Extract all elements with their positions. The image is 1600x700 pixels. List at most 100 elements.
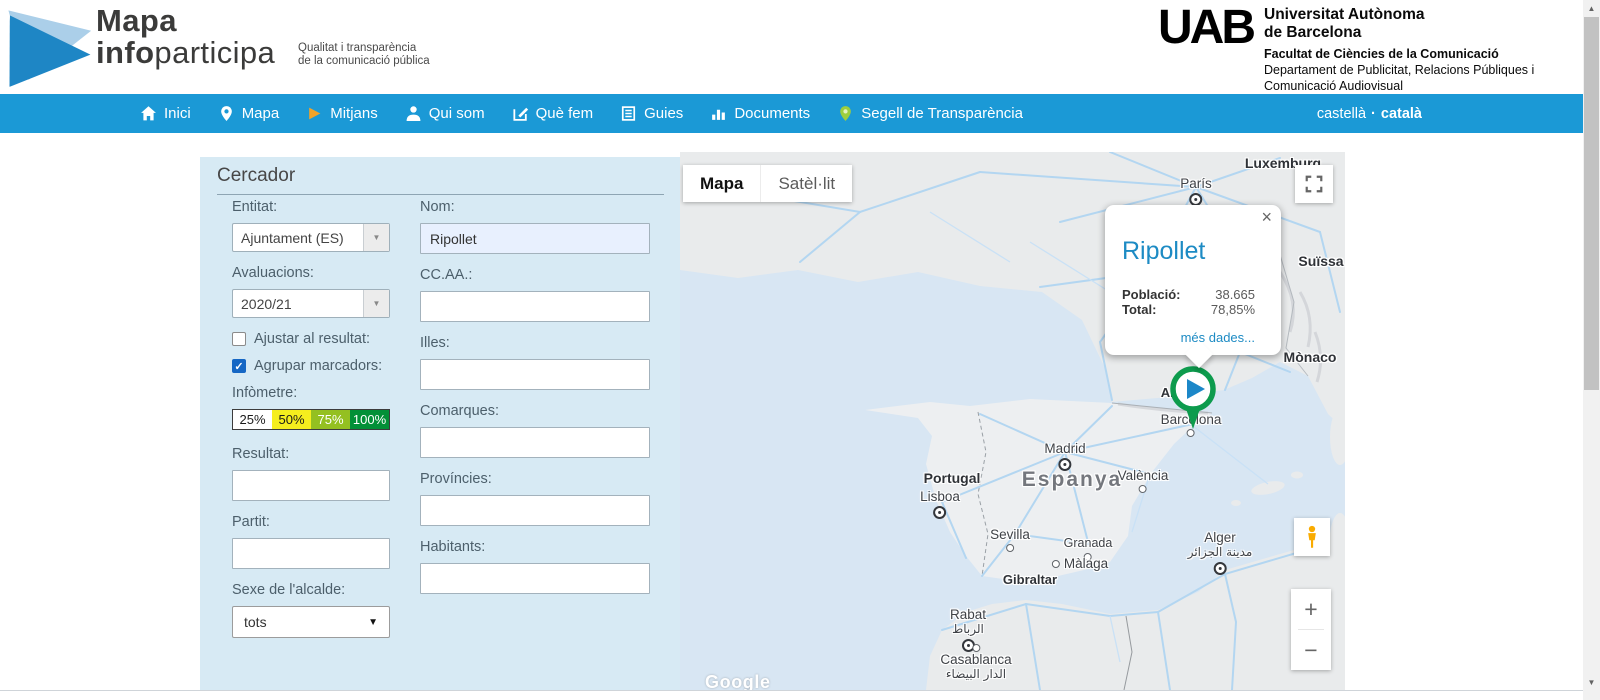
agrupar-checkbox-row[interactable]: ✓Agrupar marcadors: — [232, 358, 390, 374]
map-label-text: Portugal — [924, 471, 981, 486]
entitat-label: Entitat: — [232, 199, 390, 215]
infoparticipa-logo-icon — [8, 3, 98, 91]
map-label-text: París — [1180, 176, 1212, 191]
avaluacions-select[interactable]: 2020/21▼ — [232, 289, 390, 318]
map-label-subtext: مدينة الجزائر — [1188, 545, 1253, 560]
field-partit: Partit: — [232, 514, 390, 569]
lang-castella-link[interactable]: castellà — [1317, 106, 1366, 122]
map-label-text: Casablanca — [940, 652, 1011, 667]
ripollet-map-marker[interactable] — [1163, 357, 1223, 437]
illes-input[interactable] — [420, 359, 650, 390]
ajustar-label: Ajustar al resultat: — [254, 331, 370, 347]
map-label-espanya: Espanya — [1022, 472, 1122, 487]
pegman-icon — [1303, 525, 1321, 549]
scrollbar-down-icon[interactable]: ▼ — [1583, 674, 1600, 690]
nav-item-segell-de-transpar-ncia[interactable]: Segell de Transparència — [837, 105, 1023, 122]
map-type-satellite-button[interactable]: Satèl·lit — [760, 165, 852, 202]
map-label-m-naco: Mònaco — [1284, 350, 1337, 365]
map-label-par-s: París — [1180, 176, 1212, 206]
map-label-madrid: Madrid — [1044, 441, 1085, 471]
chevron-down-icon[interactable]: ▼ — [363, 290, 389, 317]
uab-faculty: Facultat de Ciències de la Comunicació — [1264, 46, 1534, 62]
partit-label: Partit: — [232, 514, 390, 530]
info-window-close-icon[interactable]: × — [1261, 207, 1272, 227]
vertical-scrollbar[interactable]: ▲ ▼ — [1583, 0, 1600, 700]
nav-item-label: Segell de Transparència — [861, 105, 1023, 122]
uab-logo[interactable]: UAB — [1158, 0, 1253, 55]
nav-item-label: Mapa — [242, 105, 280, 122]
sexe-select[interactable]: tots▼ — [232, 606, 390, 638]
entitat-select-value: Ajuntament (ES) — [233, 224, 363, 251]
nav-item-guies[interactable]: Guies — [620, 105, 683, 122]
map-label-text: Sevilla — [990, 527, 1030, 542]
zoom-out-button[interactable]: − — [1291, 630, 1331, 670]
page-header: Mapa infoparticipa Qualitat i transparèn… — [0, 0, 1583, 94]
scrollbar-up-icon[interactable]: ▲ — [1583, 0, 1600, 16]
uab-department-line2: Comunicació Audiovisual — [1264, 78, 1534, 94]
city-dot-icon — [1052, 560, 1060, 568]
info-row-label: Població: — [1122, 287, 1181, 302]
nav-item-qui-som[interactable]: Qui som — [405, 105, 485, 122]
city-dot-icon — [1139, 485, 1147, 493]
comarques-input[interactable] — [420, 427, 650, 458]
map-canvas[interactable]: LuxemburgParísSuïssaMònacoAndorraBarcelo… — [680, 152, 1345, 690]
avaluacions-label: Avaluacions: — [232, 265, 390, 281]
field-comarques: Comarques: — [420, 403, 650, 458]
lang-catala-current[interactable]: català — [1381, 106, 1422, 122]
nav-item-inici[interactable]: Inici — [140, 105, 191, 122]
more-data-link[interactable]: més dades... — [1181, 330, 1255, 345]
chevron-down-icon[interactable]: ▼ — [363, 224, 389, 251]
search-panel-title: Cercador — [217, 165, 664, 195]
partit-input[interactable] — [232, 538, 390, 569]
field-sexe: Sexe de l'alcalde:tots▼ — [232, 582, 390, 638]
map-label-text: Madrid — [1044, 441, 1085, 456]
chevron-down-icon: ▼ — [368, 617, 378, 628]
infometre-segment-50: 50% — [272, 410, 311, 429]
illes-label: Illes: — [420, 335, 650, 351]
map-label-text: Suïssa — [1298, 254, 1343, 269]
map-label-su-ssa: Suïssa — [1298, 254, 1343, 269]
uab-name-line2: de Barcelona — [1264, 24, 1534, 42]
ccaa-input[interactable] — [420, 291, 650, 322]
field-entitat: Entitat: Ajuntament (ES)▼ — [232, 199, 390, 252]
ajustar-checkbox-row[interactable]: Ajustar al resultat: — [232, 331, 390, 347]
map-type-map-button[interactable]: Mapa — [683, 165, 760, 202]
field-ajustar: Ajustar al resultat: — [232, 331, 390, 347]
field-nom: Nom:Ripollet — [420, 199, 650, 254]
ajustar-checkbox[interactable] — [232, 332, 246, 346]
page-bottom-divider — [0, 690, 1583, 691]
nav-item-mitjans[interactable]: Mitjans — [306, 105, 378, 122]
resultat-label: Resultat: — [232, 446, 390, 462]
uab-name-line1: Universitat Autònoma — [1264, 6, 1534, 24]
resultat-input[interactable] — [232, 470, 390, 501]
map-label-alger: Algerمدينة الجزائر — [1188, 530, 1253, 575]
agrupar-checkbox[interactable]: ✓ — [232, 359, 246, 373]
nom-input[interactable]: Ripollet — [420, 223, 650, 254]
zoom-in-button[interactable]: + — [1291, 589, 1331, 629]
habitants-label: Habitants: — [420, 539, 650, 555]
entitat-select[interactable]: Ajuntament (ES)▼ — [232, 223, 390, 252]
zoom-control: + − — [1291, 589, 1331, 670]
person-icon — [405, 105, 422, 122]
habitants-input[interactable] — [420, 563, 650, 594]
infometre-segment-100: 100% — [350, 410, 389, 429]
search-panel: Cercador Entitat:Ajuntament (ES)▼Avaluac… — [200, 157, 680, 690]
scrollbar-thumb[interactable] — [1584, 17, 1599, 390]
map-label-lisboa: Lisboa — [920, 489, 960, 519]
infometre-segment-25: 25% — [233, 410, 272, 429]
fullscreen-button[interactable] — [1295, 165, 1333, 203]
city-dot-icon — [1006, 544, 1014, 552]
nav-item-qu-fem[interactable]: Què fem — [512, 105, 594, 122]
map-label-gibraltar: Gibraltar — [1003, 572, 1057, 587]
infometre-scale: 25%50%75%100% — [232, 409, 390, 430]
map-label-text: Lisboa — [920, 489, 960, 504]
nav-item-mapa[interactable]: Mapa — [218, 105, 280, 122]
provincies-input[interactable] — [420, 495, 650, 526]
edit-icon — [512, 105, 529, 122]
map-info-window: × Ripollet Població:38.665Total:78,85% m… — [1105, 205, 1281, 355]
brand-title[interactable]: Mapa infoparticipa — [96, 5, 275, 68]
nav-item-documents[interactable]: Documents — [710, 105, 810, 122]
street-view-pegman[interactable] — [1294, 518, 1330, 556]
google-watermark: Google — [705, 672, 771, 690]
info-row-value: 78,85% — [1211, 302, 1255, 317]
